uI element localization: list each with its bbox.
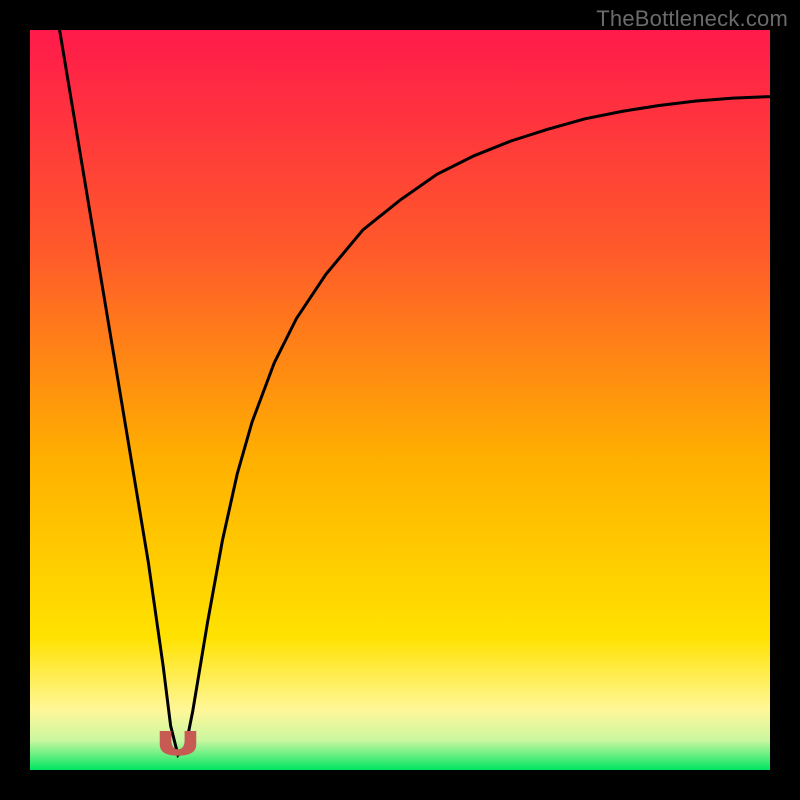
chart-frame: TheBottleneck.com [0, 0, 800, 800]
bottleneck-chart [30, 30, 770, 770]
gradient-background [30, 30, 770, 770]
watermark-text: TheBottleneck.com [596, 6, 788, 32]
